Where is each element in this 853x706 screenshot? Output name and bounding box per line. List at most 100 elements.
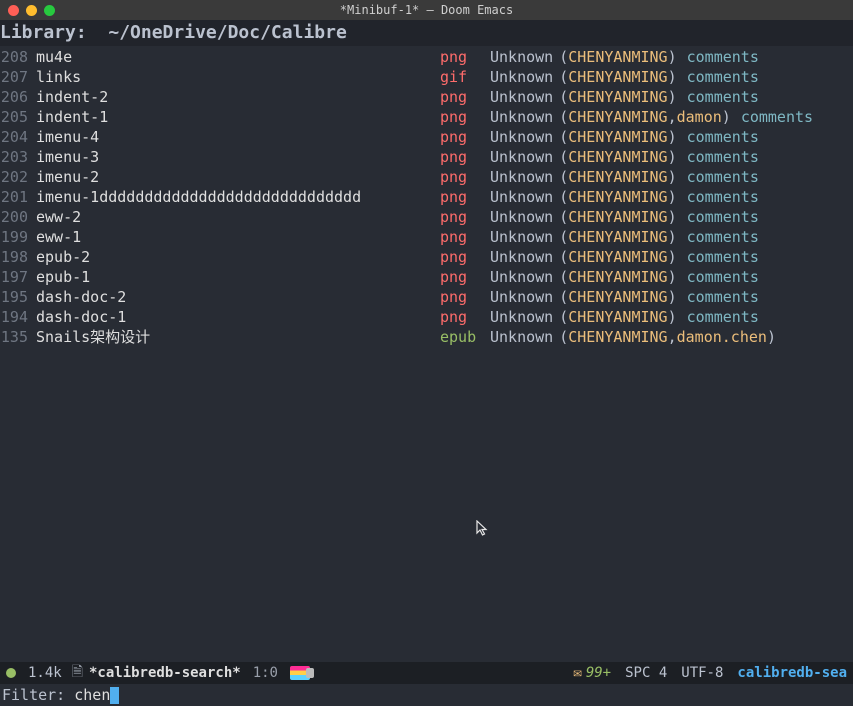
paren-close: ) [668,247,677,267]
item-comments[interactable]: comments [687,287,759,307]
paren-open: ( [559,247,568,267]
buffer-name[interactable]: *calibredb-search* [89,665,241,681]
results-list: 208mu4epngUnknown(CHENYANMING)comments20… [0,46,853,347]
list-item[interactable]: 206indent-2pngUnknown(CHENYANMING)commen… [0,87,853,107]
results-area: 208mu4epngUnknown(CHENYANMING)comments20… [0,46,853,672]
window-titlebar: *Minibuf-1* – Doom Emacs [0,0,853,20]
item-comments[interactable]: comments [741,107,813,127]
paren-open: ( [559,307,568,327]
paren-open: ( [559,167,568,187]
item-comments[interactable]: comments [687,207,759,227]
item-format: png [440,307,476,327]
paren-close: ) [668,287,677,307]
item-title: imenu-3 [36,147,440,167]
paren-close: ) [668,47,677,67]
item-status: Unknown [490,67,553,87]
item-status: Unknown [490,167,553,187]
item-title: imenu-1ddddddddddddddddddddddddddddd [36,187,440,207]
paren-close: ) [668,307,677,327]
paren-close: ) [767,327,776,347]
library-label: Library: [0,22,108,43]
item-author: CHENYANMING [568,307,667,327]
item-author: CHENYANMING [568,167,667,187]
paren-open: ( [559,147,568,167]
item-comments[interactable]: comments [687,127,759,147]
mail-icon[interactable]: ✉ [573,665,581,681]
item-title: dash-doc-1 [36,307,440,327]
item-status: Unknown [490,247,553,267]
item-title: indent-2 [36,87,440,107]
item-title: epub-1 [36,267,440,287]
maximize-icon[interactable] [44,5,55,16]
window-title: *Minibuf-1* – Doom Emacs [0,3,853,17]
paren-open: ( [559,207,568,227]
comma: , [668,327,677,347]
list-item[interactable]: 203imenu-3pngUnknown(CHENYANMING)comment… [0,147,853,167]
buffer-size: 1.4k [28,665,62,681]
minimize-icon[interactable] [26,5,37,16]
list-item[interactable]: 135Snails架构设计epubUnknown(CHENYANMING,dam… [0,327,853,347]
list-item[interactable]: 202imenu-2pngUnknown(CHENYANMING)comment… [0,167,853,187]
close-icon[interactable] [8,5,19,16]
list-item[interactable]: 208mu4epngUnknown(CHENYANMING)comments [0,47,853,67]
item-comments[interactable]: comments [687,307,759,327]
item-comments[interactable]: comments [687,247,759,267]
item-comments[interactable]: comments [687,227,759,247]
item-comments[interactable]: comments [687,267,759,287]
modeline: 1.4k 🗎 *calibredb-search* 1:0 ✉ 99+ SPC … [0,662,853,684]
mail-count: 99+ [586,665,611,681]
item-comments[interactable]: comments [687,167,759,187]
item-status: Unknown [490,187,553,207]
item-id: 207 [0,67,28,87]
item-status: Unknown [490,327,553,347]
item-author: CHENYANMING [568,287,667,307]
item-title: eww-2 [36,207,440,227]
library-header: Library: ~/OneDrive/Doc/Calibre [0,20,853,46]
list-item[interactable]: 204imenu-4pngUnknown(CHENYANMING)comment… [0,127,853,147]
list-item[interactable]: 200eww-2pngUnknown(CHENYANMING)comments [0,207,853,227]
paren-open: ( [559,107,568,127]
item-comments[interactable]: comments [687,87,759,107]
item-format: png [440,287,476,307]
list-item[interactable]: 194 dash-doc-1png Unknown (CHENYANMING) comm… [0,307,853,327]
item-format: png [440,187,476,207]
item-id: 201 [0,187,28,207]
item-title: eww-1 [36,227,440,247]
major-mode[interactable]: calibredb-sea [737,665,847,681]
item-id: 194 [0,307,28,327]
paren-open: ( [559,227,568,247]
list-item[interactable]: 197epub-1pngUnknown(CHENYANMING)comments [0,267,853,287]
item-format: png [440,267,476,287]
item-id: 197 [0,267,28,287]
minibuf-input[interactable]: chen [74,686,110,704]
list-item[interactable]: 195dash-doc-2pngUnknown(CHENYANMING)comm… [0,287,853,307]
item-format: gif [440,67,476,87]
item-comments[interactable]: comments [687,147,759,167]
item-status: Unknown [490,307,553,327]
item-id: 195 [0,287,28,307]
item-author: damon [677,107,722,127]
list-item[interactable]: 199eww-1pngUnknown(CHENYANMING)comments [0,227,853,247]
item-status: Unknown [490,107,553,127]
item-format: png [440,247,476,267]
item-comments[interactable]: comments [687,67,759,87]
item-title: Snails架构设计 [36,327,440,347]
list-item[interactable]: 207linksgifUnknown(CHENYANMING)comments [0,67,853,87]
paren-open: ( [559,127,568,147]
item-comments[interactable]: comments [687,47,759,67]
paren-open: ( [559,327,568,347]
item-comments[interactable]: comments [687,187,759,207]
minibuffer[interactable]: Filter: chen [0,684,853,706]
item-status: Unknown [490,87,553,107]
list-item[interactable]: 198epub-2pngUnknown(CHENYANMING)comments [0,247,853,267]
list-item[interactable]: 205indent-1pngUnknown(CHENYANMING,damon)… [0,107,853,127]
item-author: CHENYANMING [568,267,667,287]
list-item[interactable]: 201 imenu-1dddddddddddddddddddddddddddddp… [0,187,853,207]
item-status: Unknown [490,267,553,287]
item-author: CHENYANMING [568,47,667,67]
item-id: 206 [0,87,28,107]
paren-close: ) [668,67,677,87]
item-status: Unknown [490,287,553,307]
paren-close: ) [668,227,677,247]
item-format: png [440,47,476,67]
